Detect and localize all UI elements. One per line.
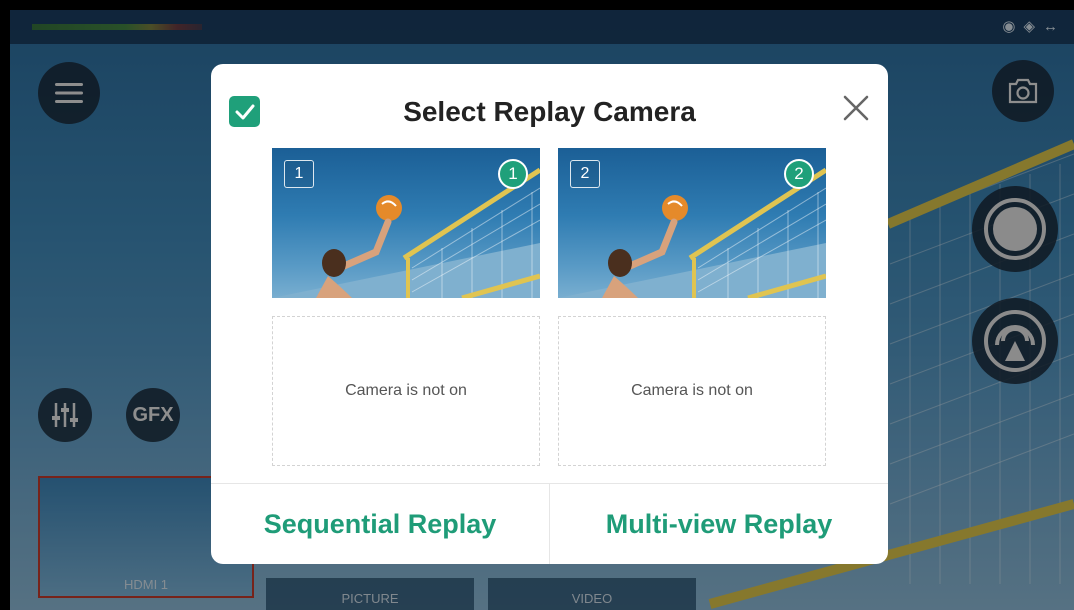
camera-number: 1	[284, 160, 314, 188]
dialog-footer: Sequential Replay Multi-view Replay	[211, 483, 888, 564]
camera-tile-4-empty: Camera is not on	[558, 316, 826, 466]
camera-tile-3-empty: Camera is not on	[272, 316, 540, 466]
multi-view-replay-button[interactable]: Multi-view Replay	[549, 484, 888, 564]
close-button[interactable]	[838, 90, 874, 126]
selection-order-badge: 2	[784, 159, 814, 189]
camera-number: 2	[570, 160, 600, 188]
camera-off-text: Camera is not on	[345, 382, 467, 399]
camera-tile-1[interactable]: 1 1	[272, 148, 540, 298]
camera-off-text: Camera is not on	[631, 382, 753, 399]
select-replay-camera-dialog: Select Replay Camera 1 1 2 2 Camera is n…	[211, 64, 888, 564]
sequential-replay-button[interactable]: Sequential Replay	[211, 484, 549, 564]
dialog-title: Select Replay Camera	[403, 96, 696, 127]
camera-tile-2[interactable]: 2 2	[558, 148, 826, 298]
close-icon	[843, 95, 869, 121]
selection-order-badge: 1	[498, 159, 528, 189]
